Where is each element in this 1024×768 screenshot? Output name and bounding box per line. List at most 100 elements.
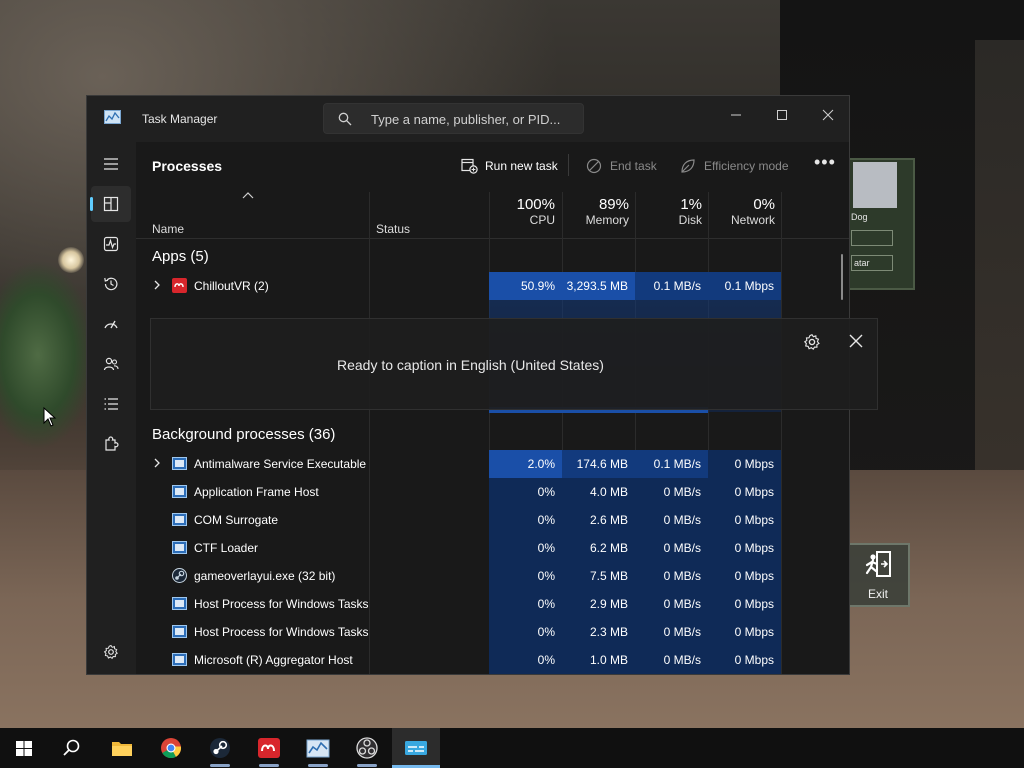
avatar-panel-button-2[interactable]: atar: [851, 255, 893, 271]
network-cell: 0 Mbps: [708, 646, 781, 674]
scene-avatar-panel[interactable]: Dog atar: [845, 158, 915, 290]
chilloutvr-icon: [258, 738, 280, 758]
end-task-icon: [586, 158, 602, 174]
cpu-total-percent: 100%: [516, 196, 555, 213]
column-header-status[interactable]: Status: [376, 222, 410, 236]
table-row[interactable]: Antimalware Service Executable 2.0% 174.…: [136, 450, 849, 478]
service-window-icon: [172, 484, 187, 499]
taskbar: [0, 728, 1024, 768]
sidebar-item-users[interactable]: [91, 346, 131, 382]
table-row[interactable]: COM Surrogate 0% 2.6 MB 0 MB/s 0 Mbps: [136, 506, 849, 534]
process-name: Antimalware Service Executable: [194, 457, 367, 471]
process-name: gameoverlayui.exe (32 bit): [194, 569, 336, 583]
chevron-right-icon[interactable]: [152, 458, 162, 468]
disk-cell: 0 MB/s: [635, 562, 708, 590]
page-title: Processes: [152, 158, 223, 174]
table-row[interactable]: CTF Loader 0% 6.2 MB 0 MB/s 0 Mbps: [136, 534, 849, 562]
task-manager-icon: [306, 739, 330, 758]
run-task-icon: [461, 158, 478, 174]
leaf-icon: [681, 159, 695, 173]
column-header-name[interactable]: Name: [152, 222, 184, 236]
caption-settings-button[interactable]: [803, 333, 821, 356]
process-name: Application Frame Host: [194, 485, 319, 499]
close-window-button[interactable]: [805, 102, 849, 130]
table-row-chilloutvr[interactable]: ChilloutVR (2) 50.9% 3,293.5 MB 0.1 MB/s…: [136, 272, 849, 300]
column-header-cpu[interactable]: 100% CPU: [489, 196, 555, 227]
group-header-apps[interactable]: Apps (5): [152, 248, 209, 265]
memory-cell: 7.5 MB: [562, 562, 635, 590]
processes-icon: [103, 196, 119, 212]
network-cell: 0 Mbps: [708, 590, 781, 618]
disk-cell: 0 MB/s: [635, 506, 708, 534]
hamburger-icon: [104, 158, 118, 170]
memory-cell: 2.6 MB: [562, 506, 635, 534]
more-options-button[interactable]: •••: [814, 152, 836, 173]
steam-icon: [172, 568, 187, 583]
column-header-network[interactable]: 0% Network: [708, 196, 775, 227]
sidebar-item-app-history[interactable]: [91, 266, 131, 302]
taskbar-task-manager[interactable]: [294, 728, 342, 768]
taskbar-file-explorer[interactable]: [98, 728, 146, 768]
column-header-disk[interactable]: 1% Disk: [635, 196, 702, 227]
navigation-sidebar: [87, 142, 135, 674]
cpu-cell: 0%: [489, 506, 562, 534]
sidebar-item-performance[interactable]: [91, 226, 131, 262]
process-name: Microsoft (R) Aggregator Host: [194, 653, 353, 667]
disk-total-percent: 1%: [680, 196, 702, 213]
end-task-label: End task: [610, 159, 657, 173]
title-bar[interactable]: Task Manager Type a name, publisher, or …: [87, 96, 849, 142]
network-cell: 0.1 Mbps: [708, 272, 781, 300]
chrome-icon: [161, 738, 182, 759]
details-list-icon: [104, 398, 118, 410]
process-name: Host Process for Windows Tasks: [194, 597, 369, 611]
users-icon: [103, 357, 119, 371]
taskbar-chrome[interactable]: [147, 728, 195, 768]
taskbar-obs-studio[interactable]: [343, 728, 391, 768]
column-header-memory[interactable]: 89% Memory: [562, 196, 629, 227]
caption-close-button[interactable]: [848, 333, 864, 354]
toolbar-divider: [568, 154, 569, 176]
taskbar-steam[interactable]: [196, 728, 244, 768]
sidebar-item-settings[interactable]: [91, 634, 131, 670]
table-row[interactable]: Application Frame Host 0% 4.0 MB 0 MB/s …: [136, 478, 849, 506]
disk-cell: 0 MB/s: [635, 590, 708, 618]
table-row[interactable]: Host Process for Windows Tasks 0% 2.9 MB…: [136, 590, 849, 618]
sidebar-item-processes[interactable]: [90, 186, 131, 222]
memory-cell: 6.2 MB: [562, 534, 635, 562]
startup-gauge-icon: [104, 320, 118, 329]
taskbar-live-captions[interactable]: [392, 728, 440, 768]
memory-cell: 2.3 MB: [562, 618, 635, 646]
caption-status-text: Ready to caption in English (United Stat…: [337, 357, 604, 373]
taskbar-search-button[interactable]: [48, 728, 96, 768]
disk-cell: 0.1 MB/s: [635, 272, 708, 300]
memory-cell: 1.0 MB: [562, 646, 635, 674]
maximize-button[interactable]: [759, 102, 805, 130]
disk-cell: 0 MB/s: [635, 478, 708, 506]
hamburger-menu-button[interactable]: [91, 146, 131, 182]
table-row[interactable]: gameoverlayui.exe (32 bit) 0% 7.5 MB 0 M…: [136, 562, 849, 590]
exit-icon: [848, 549, 908, 587]
close-icon: [822, 109, 834, 121]
minimize-button[interactable]: [713, 102, 759, 130]
sidebar-item-details[interactable]: [91, 386, 131, 422]
network-cell: 0 Mbps: [708, 618, 781, 646]
cpu-cell: 0%: [489, 618, 562, 646]
network-cell: 0 Mbps: [708, 534, 781, 562]
sidebar-item-services[interactable]: [91, 426, 131, 462]
chevron-right-icon[interactable]: [152, 280, 162, 290]
avatar-panel-button-1[interactable]: [851, 230, 893, 246]
group-header-background-processes[interactable]: Background processes (36): [152, 426, 335, 443]
settings-gear-icon: [803, 333, 820, 351]
table-row[interactable]: Host Process for Windows Tasks 0% 2.3 MB…: [136, 618, 849, 646]
vr-exit-button[interactable]: Exit: [846, 543, 910, 607]
sidebar-item-startup-apps[interactable]: [91, 306, 131, 342]
cpu-cell: 2.0%: [489, 450, 562, 478]
taskbar-chilloutvr[interactable]: [245, 728, 293, 768]
search-input[interactable]: Type a name, publisher, or PID...: [323, 103, 584, 134]
services-puzzle-icon: [105, 436, 119, 451]
table-header: Name Status 100% CPU 89% Memory 1% Disk …: [136, 192, 849, 239]
start-button[interactable]: [0, 728, 48, 768]
service-window-icon: [172, 512, 187, 527]
table-row[interactable]: Microsoft (R) Aggregator Host 0% 1.0 MB …: [136, 646, 849, 674]
windows-logo-icon: [16, 741, 32, 756]
